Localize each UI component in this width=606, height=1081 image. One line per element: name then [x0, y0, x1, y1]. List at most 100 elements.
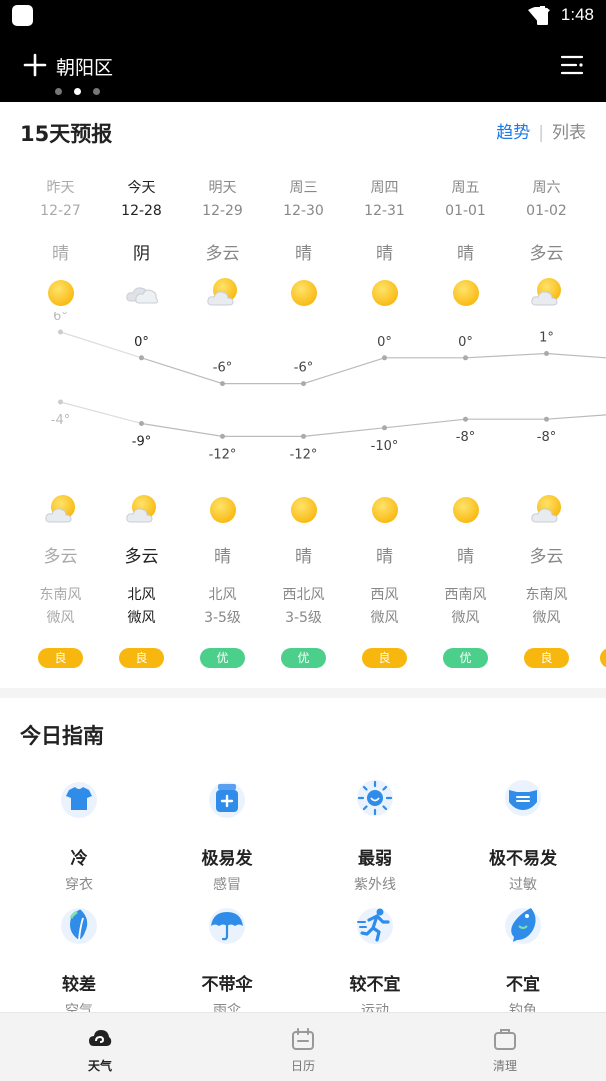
aqi-badge: 优 — [443, 648, 488, 668]
aqi-badge-overflow — [600, 648, 606, 668]
date-label: 12-28 — [101, 203, 182, 219]
high-temp-point — [301, 381, 306, 386]
day-weather-label: 多云 — [182, 239, 263, 264]
night-weather-icon — [530, 494, 564, 530]
runner-icon — [355, 904, 395, 944]
high-temp-label: 0° — [134, 335, 149, 350]
umbrella-icon — [207, 904, 247, 944]
cloud-icon — [125, 277, 159, 309]
day-weather-icon — [206, 277, 240, 313]
add-city-icon[interactable] — [22, 52, 48, 78]
guide-item-value: 不宜 — [449, 970, 597, 995]
day-weather-label: 多云 — [506, 239, 587, 264]
sun-cloud-icon — [125, 494, 159, 526]
night-weather-label: 多云 — [506, 542, 587, 567]
sun-cloud-icon — [530, 277, 564, 309]
aqi-badge: 良 — [38, 648, 83, 668]
date-label: 12-27 — [20, 203, 101, 219]
tab-separator: | — [538, 123, 544, 143]
guide-title: 今日指南 — [20, 720, 104, 750]
date-label: 12-30 — [263, 203, 344, 219]
day-label: 周四 — [344, 177, 425, 197]
wind-level: 微风 — [344, 607, 425, 627]
day-weather-label: 晴 — [344, 239, 425, 264]
page-dot — [55, 88, 62, 95]
guide-item-value: 不带伞 — [153, 970, 301, 995]
night-weather-icon — [125, 494, 159, 530]
wind-direction: 西南风 — [425, 584, 506, 604]
day-weather-icon — [125, 277, 159, 313]
tab-trend[interactable]: 趋势 — [496, 123, 530, 143]
low-temp-point — [382, 425, 387, 430]
wind-direction: 北风 — [101, 584, 182, 604]
sun-icon — [287, 277, 321, 309]
sun-icon — [206, 494, 240, 526]
sun-icon — [449, 494, 483, 526]
forecast-card: 15天预报 趋势|列表 昨天12-27晴多云东南风微风良今天12-28阴多云北风… — [0, 102, 606, 688]
high-temp-point — [139, 355, 144, 360]
high-temp-line — [142, 354, 606, 384]
guide-item-label: 紫外线 — [301, 874, 449, 894]
status-time: 1:48 — [561, 5, 594, 25]
wind-level: 微风 — [425, 607, 506, 627]
top-bar: 朝阳区 — [0, 32, 606, 102]
day-weather-icon — [287, 277, 321, 313]
guide-item-value: 最弱 — [301, 844, 449, 869]
high-temp-label: -6° — [213, 361, 232, 376]
day-weather-label: 阴 — [101, 239, 182, 264]
low-temp-label: -12° — [209, 447, 237, 462]
night-weather-icon — [449, 494, 483, 530]
guide-item-value: 较不宜 — [301, 970, 449, 995]
wind-level: 微风 — [101, 607, 182, 627]
day-label: 明天 — [182, 177, 263, 197]
guide-item-value: 极不易发 — [449, 844, 597, 869]
sun-icon — [287, 494, 321, 526]
aqi-badge: 良 — [524, 648, 569, 668]
wind-level: 3-5级 — [182, 607, 263, 627]
day-weather-icon — [44, 277, 78, 313]
calendar-icon — [291, 1027, 315, 1051]
sun-icon — [449, 277, 483, 309]
low-temp-label: -8° — [456, 430, 475, 445]
day-weather-label: 晴 — [263, 239, 344, 264]
high-temp-line-past — [61, 332, 142, 358]
night-weather-label: 多云 — [20, 542, 101, 567]
date-label: 12-29 — [182, 203, 263, 219]
nav-clean[interactable]: 清理 — [455, 1013, 555, 1081]
sun-cloud-icon — [206, 277, 240, 309]
night-weather-icon — [44, 494, 78, 530]
guide-card: 今日指南 冷穿衣极易发感冒最弱紫外线极不易发过敏较差空气不带伞雨伞较不宜运动不宜… — [0, 698, 606, 1012]
sun-icon — [368, 277, 402, 309]
bottom-nav: 天气 日历 清理 — [0, 1012, 606, 1080]
guide-item-label: 穿衣 — [5, 874, 153, 894]
nav-calendar-label: 日历 — [253, 1057, 353, 1074]
wind-level: 微风 — [20, 607, 101, 627]
nav-calendar[interactable]: 日历 — [253, 1013, 353, 1081]
menu-icon[interactable] — [560, 54, 584, 76]
day-weather-label: 晴 — [20, 239, 101, 264]
sun-cloud-icon — [44, 494, 78, 526]
status-bar: 1:48 — [0, 0, 606, 32]
high-temp-point — [220, 381, 225, 386]
high-temp-point — [463, 355, 468, 360]
forecast-tabs: 趋势 | 列表 — [496, 118, 586, 143]
sun-cloud-icon — [530, 494, 564, 526]
tab-list[interactable]: 列表 — [552, 123, 586, 143]
fish-icon — [503, 904, 543, 944]
sun-icon — [44, 277, 78, 309]
wind-level: 3-5级 — [263, 607, 344, 627]
low-temp-label: -8° — [537, 430, 556, 445]
guide-item-label: 过敏 — [449, 874, 597, 894]
aqi-badge: 优 — [200, 648, 245, 668]
day-weather-icon — [449, 277, 483, 313]
nav-weather[interactable]: 天气 — [50, 1013, 150, 1081]
low-temp-point — [544, 417, 549, 422]
city-name[interactable]: 朝阳区 — [56, 53, 113, 80]
page-dot-active — [74, 88, 81, 95]
high-temp-point — [58, 330, 63, 335]
high-temp-label: -6° — [294, 361, 313, 376]
date-label: 12-31 — [344, 203, 425, 219]
night-weather-label: 晴 — [425, 542, 506, 567]
high-temp-label: 1° — [539, 331, 554, 346]
day-label: 今天 — [101, 177, 182, 197]
